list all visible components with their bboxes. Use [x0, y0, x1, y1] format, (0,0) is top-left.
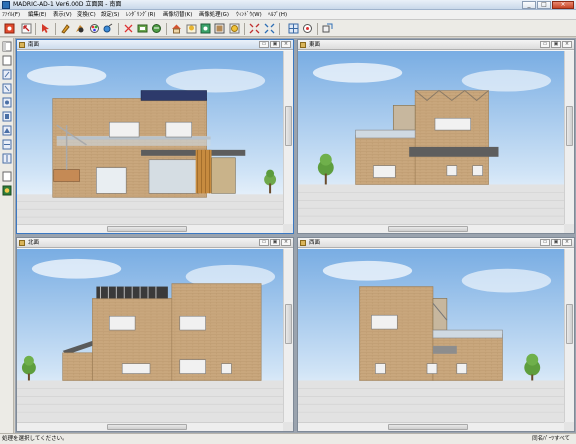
window-title: MADRIC-AD-1 Ver6.00D 立面図 - 南面	[13, 1, 122, 8]
color-icon[interactable]	[89, 23, 100, 34]
link-icon[interactable]	[103, 23, 114, 34]
pointer-icon[interactable]	[40, 23, 51, 34]
open-icon[interactable]	[4, 23, 15, 34]
horizontal-scrollbar[interactable]	[17, 422, 283, 431]
vertical-scrollbar[interactable]	[283, 51, 293, 224]
edit-icon[interactable]	[2, 83, 12, 94]
minimize-button[interactable]: _	[522, 1, 536, 9]
menu-settings[interactable]: 設定(S)	[101, 11, 119, 19]
page-icon[interactable]	[2, 55, 12, 66]
view-minimize-button[interactable]: ▭	[259, 239, 269, 246]
horizontal-scrollbar[interactable]	[298, 224, 564, 233]
view-restore-button[interactable]: ▣	[551, 239, 561, 246]
view-restore-button[interactable]: ▣	[551, 41, 561, 48]
mdi-area: 南面 ▭ ▣ × 東面 ▭ ▣ × 北面 ▭ ▣ × 西面 ▭ ▣ ×	[15, 38, 576, 433]
menu-window[interactable]: ｳｨﾝﾄﾞｳ(W)	[236, 11, 262, 19]
left-toolbar	[0, 38, 14, 433]
edit-icon[interactable]	[2, 125, 12, 136]
view-icon	[19, 240, 25, 246]
view-minimize-button[interactable]: ▭	[259, 41, 269, 48]
menu-image-process[interactable]: 画像処理(G)	[199, 11, 229, 19]
sun-icon[interactable]	[229, 23, 240, 34]
view-close-button[interactable]: ×	[281, 239, 291, 246]
vertical-scrollbar[interactable]	[283, 249, 293, 422]
paint-icon[interactable]	[60, 23, 71, 34]
house-icon[interactable]	[171, 23, 182, 34]
view-title-bar: 北面 ▭ ▣ ×	[17, 238, 293, 248]
elevation-render-north[interactable]	[17, 249, 283, 422]
view-close-button[interactable]: ×	[562, 239, 572, 246]
view-title-bar: 東面 ▭ ▣ ×	[298, 40, 574, 50]
page-icon[interactable]	[2, 171, 12, 182]
app-icon	[2, 1, 10, 9]
view-restore-button[interactable]: ▣	[270, 41, 280, 48]
maximize-button[interactable]: □	[537, 1, 551, 9]
edit-icon[interactable]	[2, 111, 12, 122]
image-icon[interactable]	[214, 23, 225, 34]
menu-convert[interactable]: 変換(C)	[77, 11, 96, 19]
view-window-west[interactable]: 西面 ▭ ▣ ×	[297, 237, 575, 432]
view-close-button[interactable]: ×	[562, 41, 572, 48]
view-title-bar: 南面 ▭ ▣ ×	[17, 40, 293, 50]
app-window: MADRIC-AD-1 Ver6.00D 立面図 - 南面 _ □ × ﾌｧｲﾙ…	[0, 0, 576, 444]
menu-view[interactable]: 表示(V)	[53, 11, 72, 19]
palette-icon[interactable]	[2, 185, 12, 196]
elevation-render-east[interactable]	[298, 51, 564, 224]
view-icon	[300, 240, 306, 246]
elevation-render-west[interactable]	[298, 249, 564, 422]
view-icon	[19, 42, 25, 48]
pointer-icon[interactable]	[21, 23, 32, 34]
view-close-button[interactable]: ×	[281, 41, 291, 48]
target-icon[interactable]	[302, 23, 313, 34]
horizontal-scrollbar[interactable]	[17, 224, 283, 233]
view-title: 西面	[309, 240, 321, 246]
view-title: 北面	[28, 240, 40, 246]
elevation-render-south[interactable]	[17, 51, 283, 224]
view-window-east[interactable]: 東面 ▭ ▣ ×	[297, 39, 575, 234]
menu-image-switch[interactable]: 画像切替(K)	[163, 11, 192, 19]
horizontal-scrollbar[interactable]	[298, 422, 564, 431]
status-right: 同名ﾊﾟｰﾂすべて	[532, 436, 570, 442]
shrink-icon[interactable]	[264, 23, 275, 34]
view-minimize-button[interactable]: ▭	[540, 41, 550, 48]
edit-icon[interactable]	[2, 153, 12, 164]
view-window-south[interactable]: 南面 ▭ ▣ ×	[16, 39, 294, 234]
render-icon[interactable]	[151, 23, 162, 34]
view-minimize-button[interactable]: ▭	[540, 239, 550, 246]
rotate-icon[interactable]	[123, 23, 134, 34]
menu-rendering[interactable]: ﾚﾝﾀﾞﾘﾝｸﾞ(R)	[126, 11, 156, 19]
view-icon	[300, 42, 306, 48]
view-restore-button[interactable]: ▣	[270, 239, 280, 246]
vertical-scrollbar[interactable]	[564, 51, 574, 224]
edit-icon[interactable]	[2, 69, 12, 80]
menu-help[interactable]: ﾍﾙﾌﾟ(H)	[268, 11, 287, 19]
menu-file[interactable]: ﾌｧｲﾙ(F)	[2, 11, 20, 19]
grid-icon[interactable]	[288, 23, 299, 34]
vertical-scrollbar[interactable]	[564, 249, 574, 422]
status-message: 処理を選択してください。	[2, 436, 68, 442]
page-icon[interactable]	[2, 41, 12, 52]
close-button[interactable]: ×	[552, 1, 574, 9]
edit-icon[interactable]	[2, 97, 12, 108]
menu-edit[interactable]: 編集(E)	[28, 11, 46, 19]
title-bar: MADRIC-AD-1 Ver6.00D 立面図 - 南面 _ □ ×	[0, 0, 576, 10]
view-title: 東面	[309, 42, 321, 48]
view-title-bar: 西面 ▭ ▣ ×	[298, 238, 574, 248]
zoom-icon[interactable]	[322, 23, 333, 34]
toolbar	[0, 20, 576, 37]
expand-icon[interactable]	[249, 23, 260, 34]
light-icon[interactable]	[200, 23, 211, 34]
menu-bar: ﾌｧｲﾙ(F) 編集(E) 表示(V) 変換(C) 設定(S) ﾚﾝﾀﾞﾘﾝｸﾞ…	[0, 10, 576, 20]
view-window-north[interactable]: 北面 ▭ ▣ ×	[16, 237, 294, 432]
tree-icon[interactable]	[186, 23, 197, 34]
view-title: 南面	[28, 42, 40, 48]
refresh-icon[interactable]	[137, 23, 148, 34]
edit-icon[interactable]	[2, 139, 12, 150]
status-bar: 処理を選択してください。 同名ﾊﾟｰﾂすべて	[0, 433, 576, 444]
object-icon[interactable]	[74, 23, 85, 34]
